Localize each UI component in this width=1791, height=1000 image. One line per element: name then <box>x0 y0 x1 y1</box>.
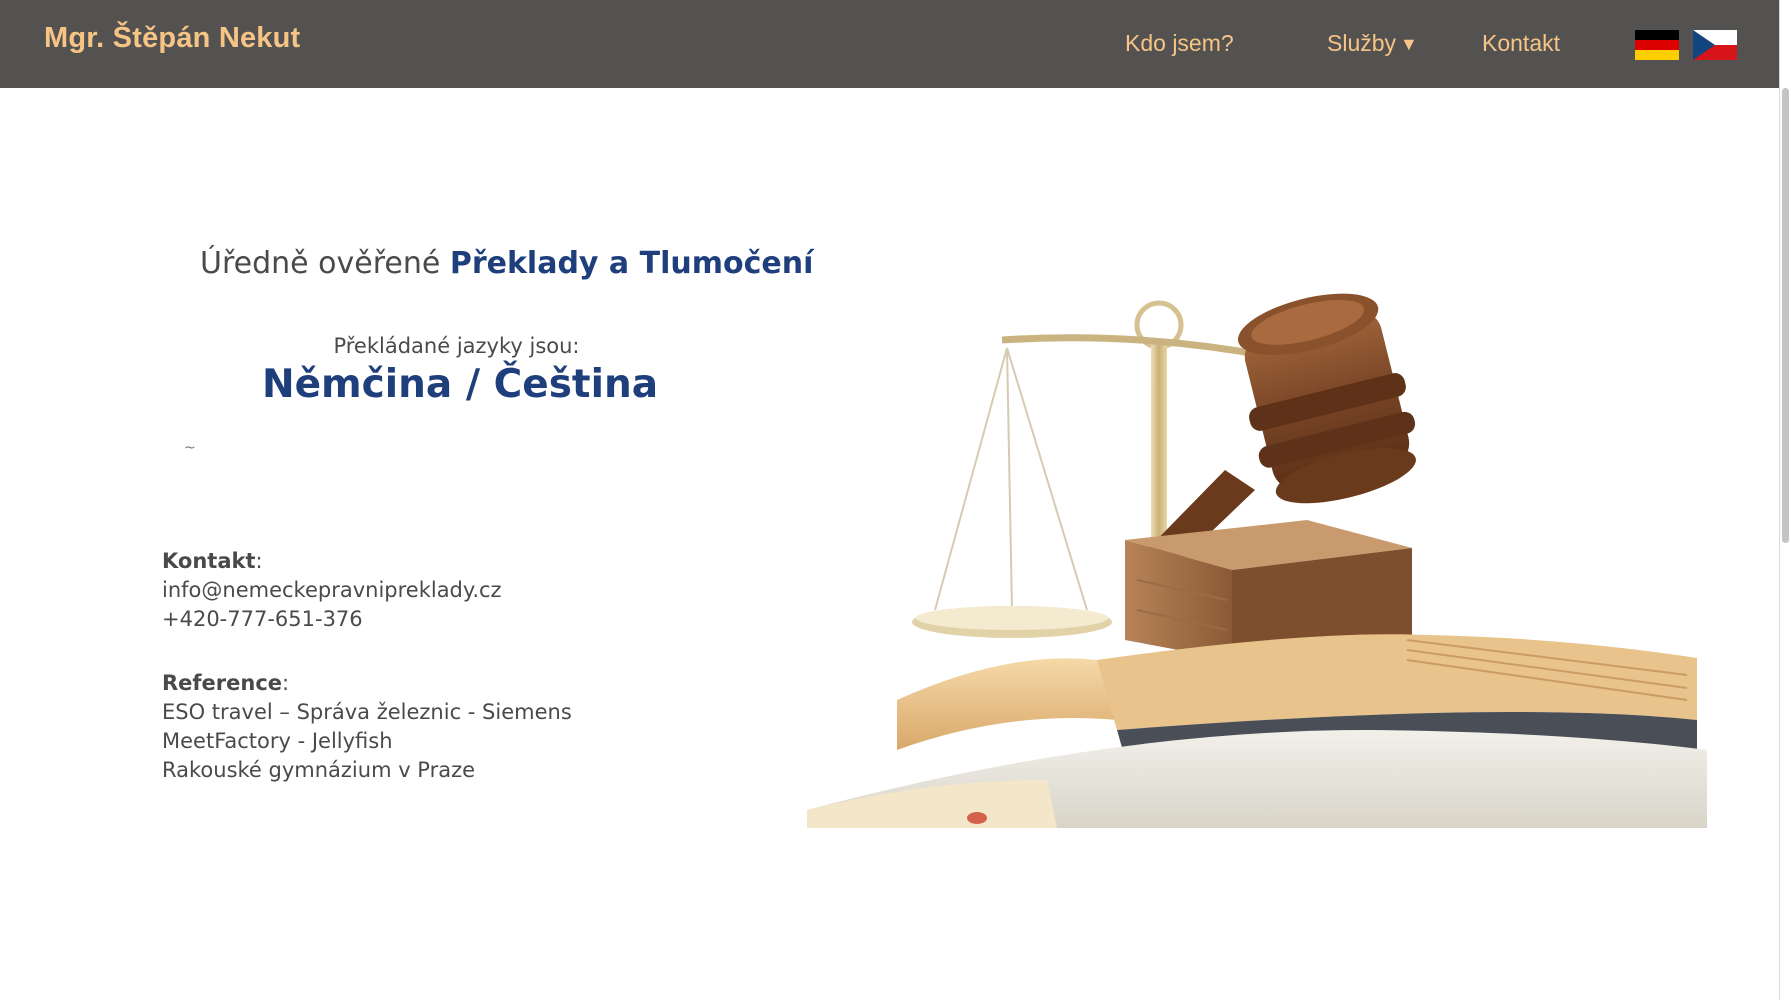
nav-link-kontakt[interactable]: Kontakt <box>1482 30 1560 57</box>
languages-label: Překládané jazyky jsou: <box>333 334 580 358</box>
page-headline: Úředně ověřené Překlady a Tlumočení <box>200 246 813 281</box>
nav-link-sluzby-label: Služby <box>1327 30 1397 56</box>
headline-prefix: Úředně ověřené <box>200 246 450 281</box>
headline-accent: Překlady a Tlumočení <box>449 246 814 281</box>
page: Mgr. Štěpán Nekut Kdo jsem? Služby ▼ Kont… <box>0 0 1791 1000</box>
references-heading: Reference <box>162 671 283 695</box>
reference-item: ESO travel – Správa železnic - Siemens <box>162 700 572 724</box>
scrollbar-thumb[interactable] <box>1782 88 1789 543</box>
gavel-scales-books-illustration <box>807 293 1707 828</box>
nav-link-kdo-jsem[interactable]: Kdo jsem? <box>1125 30 1234 57</box>
chevron-down-icon: ▼ <box>1400 34 1418 54</box>
czech-flag-icon[interactable] <box>1693 30 1737 60</box>
languages-value: Němčina / Čeština <box>261 362 659 407</box>
tilde-mark: ~ <box>184 440 196 456</box>
contact-phone[interactable]: +420-777-651-376 <box>162 605 502 634</box>
site-brand-link[interactable]: Mgr. Štěpán Nekut <box>44 22 300 55</box>
reference-item: MeetFactory - Jellyfish <box>162 729 393 753</box>
contact-section: Kontakt: info@nemeckepravnipreklady.cz +… <box>162 547 502 634</box>
references-section: Reference: ESO travel – Správa železnic … <box>162 669 572 785</box>
reference-item: Rakouské gymnázium v Praze <box>162 758 476 782</box>
contact-heading: Kontakt <box>162 549 256 573</box>
book-icon <box>807 730 1707 828</box>
nav-link-sluzby[interactable]: Služby ▼ <box>1327 30 1418 57</box>
top-navigation-bar: Mgr. Štěpán Nekut Kdo jsem? Služby ▼ Kont… <box>0 0 1791 88</box>
contact-email[interactable]: info@nemeckepravnipreklady.cz <box>162 576 502 605</box>
german-flag-icon[interactable] <box>1635 30 1679 60</box>
page-scrollbar[interactable] <box>1779 0 1791 1000</box>
